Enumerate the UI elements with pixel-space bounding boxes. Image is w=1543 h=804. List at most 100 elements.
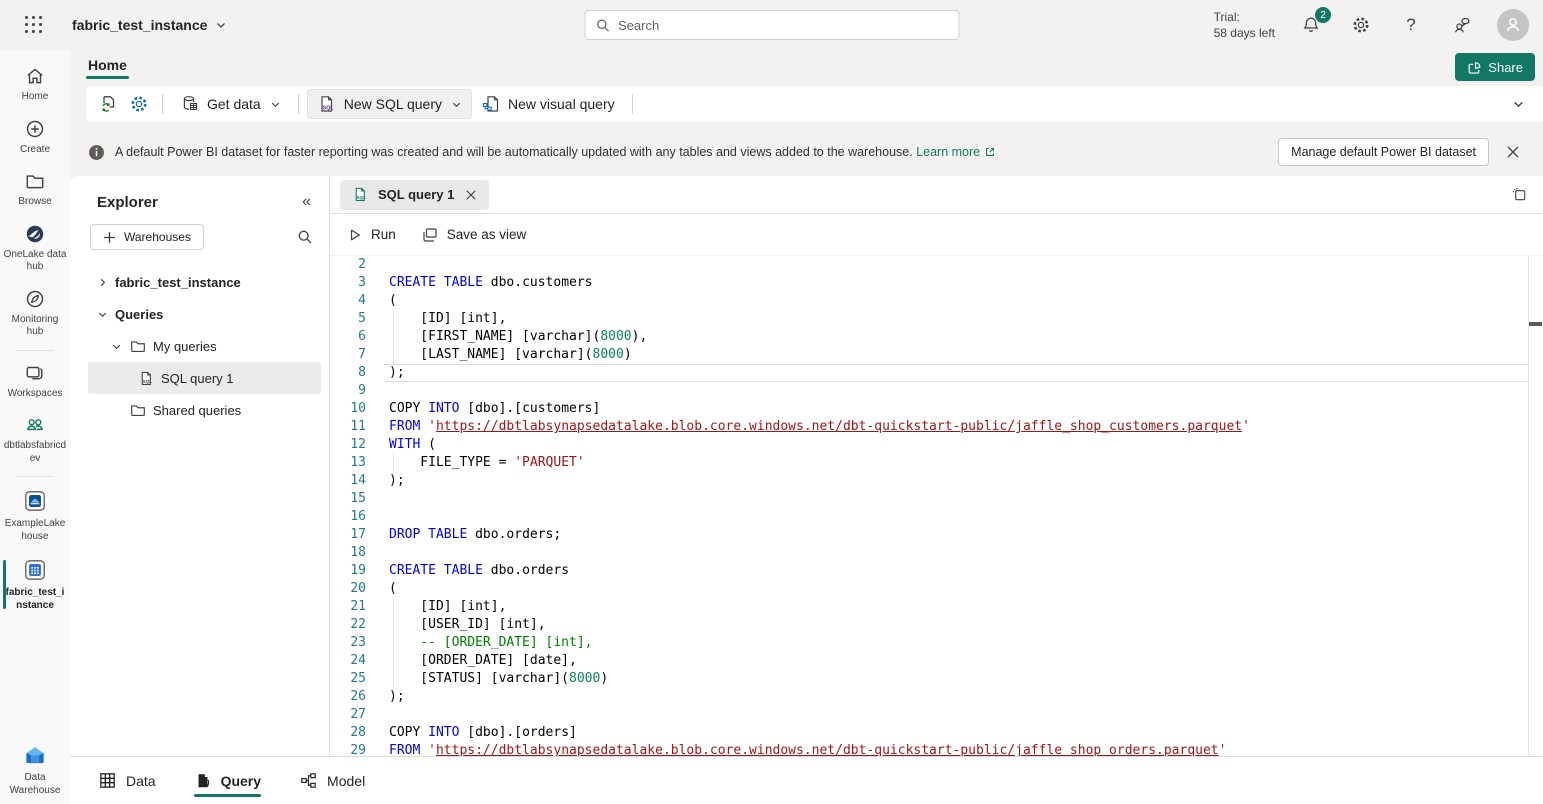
editor-overview-ruler[interactable] <box>1528 256 1543 756</box>
code-line-10[interactable]: 10COPY INTO [dbo].[customers] <box>330 400 1528 418</box>
tab-sql-query-1[interactable]: SQL SQL query 1 <box>340 180 489 210</box>
code-line-7[interactable]: 7 [LAST_NAME] [varchar](8000) <box>330 346 1528 364</box>
tree-item-label: Shared queries <box>153 403 241 418</box>
line-number: 5 <box>330 310 366 328</box>
notifications-button[interactable]: 2 <box>1297 11 1325 39</box>
code-line-21[interactable]: 21 [ID] [int], <box>330 598 1528 616</box>
sidebar-item-label: fabric_test_instance <box>3 587 67 612</box>
collapse-panel-icon[interactable]: « <box>296 191 317 213</box>
code-line-29[interactable]: 29FROM 'https://dbtlabsynapsedatalake.bl… <box>330 742 1528 756</box>
folder-icon <box>129 401 147 419</box>
code-line-15[interactable]: 15 <box>330 490 1528 508</box>
sidebar-item-examplelakehouse[interactable]: ExampleLakehouse <box>0 481 70 550</box>
home-icon <box>24 65 46 87</box>
svg-text:SQL: SQL <box>143 379 153 384</box>
copy-icon[interactable] <box>1505 181 1533 209</box>
line-number: 24 <box>330 652 366 670</box>
code-line-23[interactable]: 23 -- [ORDER_DATE] [int], <box>330 634 1528 652</box>
view-tab-query[interactable]: Query <box>194 757 261 804</box>
toolbar-collapse-chevron[interactable] <box>1512 98 1525 111</box>
code-line-28[interactable]: 28COPY INTO [dbo].[orders] <box>330 724 1528 742</box>
tree-item-shared-queries[interactable]: Shared queries <box>88 394 321 426</box>
code-line-19[interactable]: 19CREATE TABLE dbo.orders <box>330 562 1528 580</box>
sidebar-item-create[interactable]: Create <box>0 111 70 164</box>
sidebar-item-data-warehouse[interactable]: Data Warehouse <box>0 735 70 804</box>
code-line-27[interactable]: 27 <box>330 706 1528 724</box>
workspace-switcher[interactable]: fabric_test_instance <box>72 17 227 33</box>
add-warehouses-button[interactable]: Warehouses <box>90 224 204 250</box>
sidebar-item-browse[interactable]: Browse <box>0 163 70 216</box>
code-line-16[interactable]: 16 <box>330 508 1528 526</box>
chevron-down-icon[interactable] <box>109 341 123 352</box>
get-data-button[interactable]: Get data <box>171 90 290 118</box>
sidebar-item-workspaces[interactable]: Workspaces <box>0 355 70 408</box>
chevron-down-icon[interactable] <box>95 309 109 320</box>
code-line-20[interactable]: 20( <box>330 580 1528 598</box>
new-query-refresh-button[interactable] <box>94 90 124 118</box>
code-line-22[interactable]: 22 [USER_ID] [int], <box>330 616 1528 634</box>
code-line-8[interactable]: 8); <box>330 364 1528 382</box>
view-tab-model[interactable]: Model <box>299 757 365 804</box>
code-line-11[interactable]: 11FROM 'https://dbtlabsynapsedatalake.bl… <box>330 418 1528 436</box>
line-number: 18 <box>330 544 366 562</box>
explorer-title: Explorer <box>97 194 158 211</box>
feedback-button[interactable] <box>1447 11 1475 39</box>
code-line-5[interactable]: 5 [ID] [int], <box>330 310 1528 328</box>
line-number: 23 <box>330 634 366 652</box>
rail-divider <box>16 476 54 477</box>
explorer-search-icon[interactable] <box>293 225 317 249</box>
learn-more-link[interactable]: Learn more <box>916 145 996 159</box>
search-input[interactable] <box>618 18 948 33</box>
line-number: 26 <box>330 688 366 706</box>
play-icon <box>348 228 362 242</box>
code-line-14[interactable]: 14); <box>330 472 1528 490</box>
code-line-9[interactable]: 9 <box>330 382 1528 400</box>
save-as-view-button[interactable]: Save as view <box>422 227 527 243</box>
app-launcher-icon[interactable] <box>14 5 54 45</box>
new-sql-query-button[interactable]: SQL New SQL query <box>307 89 472 119</box>
tree-item-fabric-test-instance[interactable]: fabric_test_instance <box>88 266 321 298</box>
sql-code-editor[interactable]: 23CREATE TABLE dbo.customers4(5 [ID] [in… <box>330 256 1543 756</box>
code-line-18[interactable]: 18 <box>330 544 1528 562</box>
query-settings-button[interactable] <box>124 90 154 118</box>
global-search[interactable] <box>584 10 959 40</box>
code-line-6[interactable]: 6 [FIRST_NAME] [varchar](8000), <box>330 328 1528 346</box>
banner-close-icon[interactable] <box>1499 138 1527 166</box>
run-button[interactable]: Run <box>348 227 396 242</box>
code-line-12[interactable]: 12WITH ( <box>330 436 1528 454</box>
code-line-3[interactable]: 3CREATE TABLE dbo.customers <box>330 274 1528 292</box>
code-line-25[interactable]: 25 [STATUS] [varchar](8000) <box>330 670 1528 688</box>
settings-button[interactable] <box>1347 11 1375 39</box>
manage-default-dataset-button[interactable]: Manage default Power BI dataset <box>1278 138 1489 166</box>
tab-home[interactable]: Home <box>86 53 129 81</box>
code-line-24[interactable]: 24 [ORDER_DATE] [date], <box>330 652 1528 670</box>
share-button[interactable]: Share <box>1455 53 1535 81</box>
code-line-13[interactable]: 13 FILE_TYPE = 'PARQUET' <box>330 454 1528 472</box>
tree-item-my-queries[interactable]: My queries <box>88 330 321 362</box>
sidebar-item-monitoring-hub[interactable]: Monitoring hub <box>0 281 70 346</box>
sidebar-item-onelake-data-hub[interactable]: OneLake data hub <box>0 216 70 281</box>
new-visual-query-button[interactable]: New visual query <box>472 90 624 118</box>
grid-icon <box>98 771 117 790</box>
sidebar-item-label: ExampleLakehouse <box>3 518 67 543</box>
sidebar-item-label: Home <box>22 91 49 104</box>
sidebar-item-fabric-test-instance[interactable]: fabric_test_instance <box>0 550 70 619</box>
sidebar-item-label: Workspaces <box>8 388 63 401</box>
close-tab-icon[interactable] <box>463 187 479 203</box>
code-line-2[interactable]: 2 <box>330 256 1528 274</box>
view-tab-data[interactable]: Data <box>98 757 156 804</box>
tree-item-queries[interactable]: Queries <box>88 298 321 330</box>
svg-text:SQL: SQL <box>357 195 367 200</box>
chevron-right-icon[interactable] <box>95 277 109 288</box>
sidebar-item-home[interactable]: Home <box>0 58 70 111</box>
code-line-26[interactable]: 26); <box>330 688 1528 706</box>
help-button[interactable]: ? <box>1397 11 1425 39</box>
account-avatar[interactable] <box>1497 9 1529 41</box>
sidebar-item-dbtlabsfabricdev[interactable]: dbtlabsfabricdev <box>0 407 70 472</box>
code-line-4[interactable]: 4( <box>330 292 1528 310</box>
tree-item-sql-query-1[interactable]: SQLSQL query 1 <box>88 362 321 394</box>
line-number: 27 <box>330 706 366 724</box>
browse-icon <box>24 170 46 192</box>
code-line-17[interactable]: 17DROP TABLE dbo.orders; <box>330 526 1528 544</box>
share-icon <box>1467 60 1482 75</box>
